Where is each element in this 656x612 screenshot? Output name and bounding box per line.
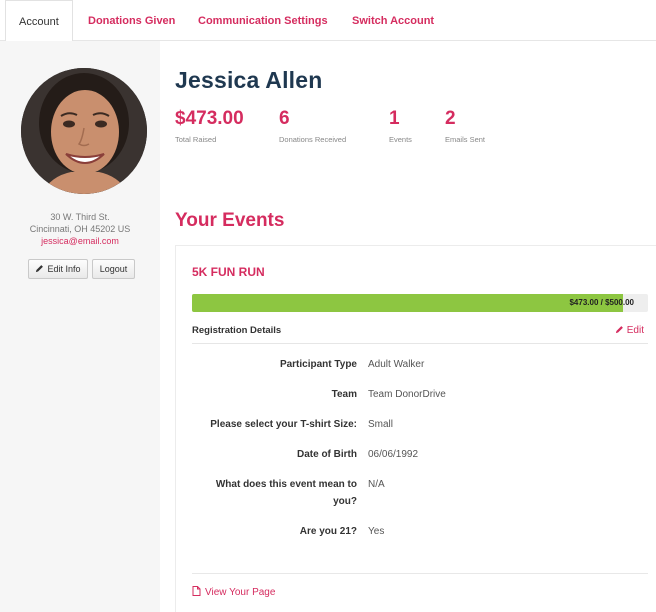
tab-donations-given[interactable]: Donations Given — [88, 0, 175, 41]
address-line-1: 30 W. Third St. — [50, 212, 110, 222]
stat-events-label: Events — [389, 135, 412, 144]
edit-info-button[interactable]: Edit Info — [28, 259, 88, 279]
fundraising-progress-bar: $473.00 / $500.00 — [192, 294, 648, 312]
stat-donations-received-label: Donations Received — [279, 135, 347, 144]
tab-account[interactable]: Account — [5, 0, 73, 42]
registration-details-header: Registration Details Edit — [192, 324, 648, 344]
field-label-event-meaning-line2: you? — [333, 496, 357, 507]
stat-emails-sent-value: 2 — [445, 108, 456, 129]
field-label-event-meaning: What does this event mean to you? — [167, 476, 357, 510]
field-label-event-meaning-line1: What does this event mean to — [215, 479, 357, 490]
tab-communication-settings[interactable]: Communication Settings — [198, 0, 328, 41]
avatar — [21, 68, 147, 194]
tab-switch-account[interactable]: Switch Account — [352, 0, 434, 41]
stat-total-raised-value: $473.00 — [175, 108, 244, 129]
logout-button[interactable]: Logout — [92, 259, 135, 279]
document-icon — [192, 586, 201, 596]
address-line-2: Cincinnati, OH 45202 US — [29, 224, 131, 234]
view-your-page-link[interactable]: View Your Page — [192, 586, 275, 598]
field-label-tshirt-size: Please select your T-shirt Size: — [210, 419, 357, 430]
edit-registration-label: Edit — [626, 325, 644, 336]
stat-total-raised-label: Total Raised — [175, 135, 217, 144]
field-value-tshirt-size: Small — [368, 419, 394, 430]
field-value-date-of-birth: 06/06/1992 — [368, 449, 419, 460]
event-title-link[interactable]: 5K FUN RUN — [192, 265, 265, 279]
stat-events-value: 1 — [389, 108, 400, 129]
field-value-participant-type: Adult Walker — [368, 359, 425, 370]
account-tabs: Account Donations Given Communication Se… — [0, 0, 656, 42]
field-value-event-meaning: N/A — [368, 479, 385, 490]
field-label-date-of-birth: Date of Birth — [297, 449, 357, 460]
field-label-team: Team — [331, 389, 357, 400]
edit-registration-link[interactable]: Edit — [615, 325, 644, 336]
event-card: 5K FUN RUN $473.00 / $500.00 Registratio… — [175, 245, 656, 612]
stat-donations-received-value: 6 — [279, 108, 290, 129]
address-block: 30 W. Third St. Cincinnati, OH 45202 US … — [0, 211, 160, 247]
field-value-are-you-21: Yes — [368, 526, 385, 537]
edit-info-label: Edit Info — [47, 264, 81, 274]
view-your-page-label: View Your Page — [205, 587, 276, 598]
stat-emails-sent-label: Emails Sent — [445, 135, 486, 144]
field-value-team: Team DonorDrive — [368, 389, 446, 400]
field-label-participant-type: Participant Type — [279, 359, 357, 370]
profile-sidebar: 30 W. Third St. Cincinnati, OH 45202 US … — [0, 41, 160, 612]
registration-details-title: Registration Details — [192, 325, 282, 336]
pencil-icon — [36, 265, 44, 273]
card-divider — [192, 573, 648, 574]
profile-name: Jessica Allen — [175, 67, 323, 93]
progress-fill — [192, 294, 624, 312]
your-events-heading: Your Events — [175, 210, 285, 231]
email-link[interactable]: jessica@email.com — [0, 235, 160, 247]
progress-text: $473.00 / $500.00 — [569, 298, 634, 307]
pencil-icon — [615, 326, 623, 334]
field-label-are-you-21: Are you 21? — [299, 526, 357, 537]
